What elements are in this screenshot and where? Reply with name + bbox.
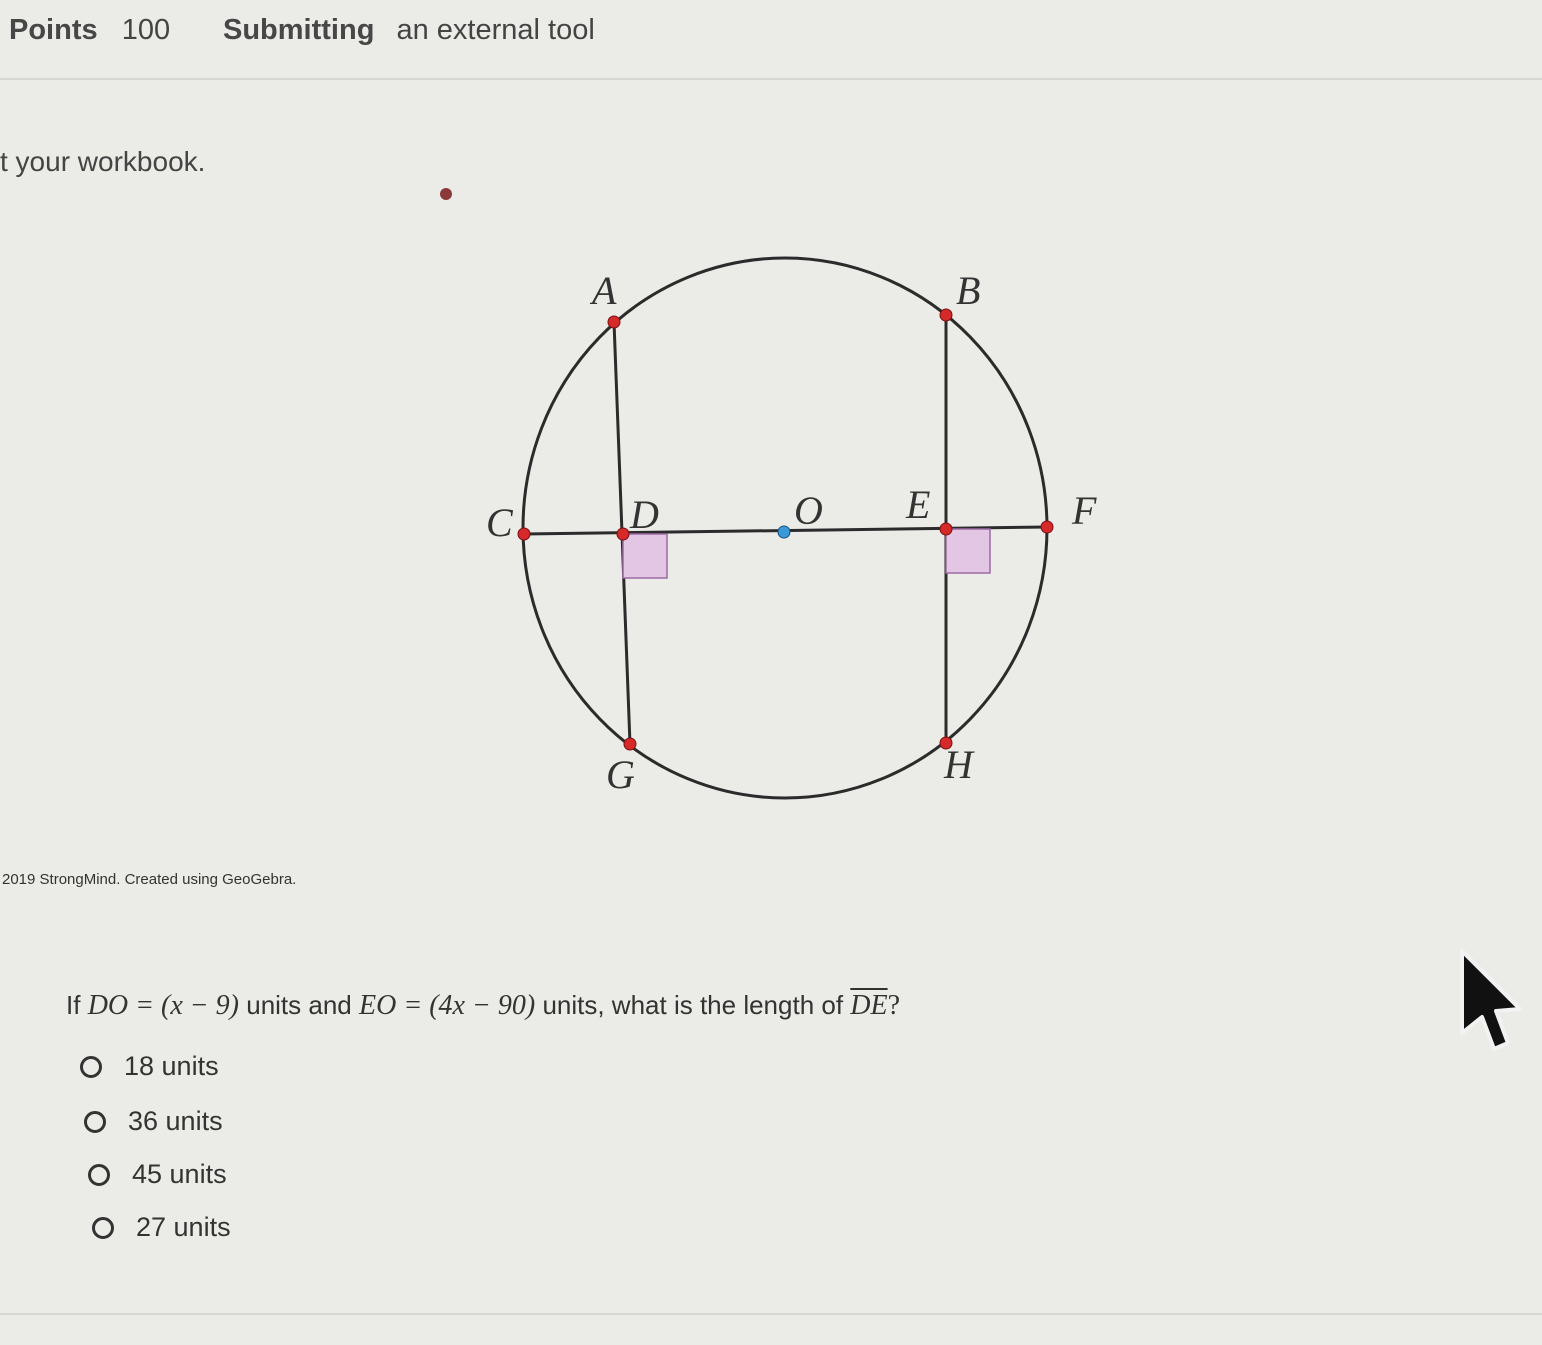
geometry-figure: A B C D O E F G H bbox=[440, 188, 1097, 800]
radio-button[interactable] bbox=[84, 1110, 106, 1133]
label-o: O bbox=[794, 488, 823, 533]
answer-choice-2[interactable]: 36 units bbox=[84, 1106, 223, 1137]
question-expr-do: DO = (x − 9) bbox=[87, 990, 239, 1021]
point-d bbox=[616, 527, 630, 541]
answer-choice-4[interactable]: 27 units bbox=[92, 1212, 231, 1243]
answer-choice-3[interactable]: 45 units bbox=[88, 1159, 227, 1190]
label-f: F bbox=[1071, 488, 1097, 533]
answer-choice-1[interactable]: 18 units bbox=[80, 1051, 219, 1082]
point-o bbox=[777, 525, 791, 539]
answer-choice-label: 27 units bbox=[136, 1212, 231, 1242]
question-prefix: If bbox=[66, 990, 81, 1020]
question-suffix: ? bbox=[887, 990, 901, 1021]
label-g: G bbox=[606, 752, 635, 797]
point-g bbox=[623, 737, 637, 751]
answer-choice-label: 45 units bbox=[132, 1159, 227, 1189]
bottom-divider bbox=[0, 1313, 1542, 1315]
point-b bbox=[939, 308, 953, 322]
point-a bbox=[607, 315, 621, 329]
answer-choice-label: 36 units bbox=[128, 1106, 223, 1136]
point-c bbox=[517, 527, 531, 541]
right-angle-marker-d bbox=[622, 533, 668, 579]
figure-credit: 2019 StrongMind. Created using GeoGebra. bbox=[2, 871, 297, 888]
label-d: D bbox=[629, 492, 659, 537]
radio-button[interactable] bbox=[88, 1163, 110, 1186]
right-angle-marker-e bbox=[945, 528, 991, 574]
question-segment-de: DE bbox=[850, 990, 888, 1021]
question-mid1: units and bbox=[246, 990, 352, 1020]
question-expr-eo: EO = (4x − 90) bbox=[359, 990, 536, 1021]
stray-dot bbox=[440, 188, 452, 200]
answer-choice-label: 18 units bbox=[124, 1051, 219, 1081]
label-a: A bbox=[589, 268, 617, 313]
question-mid2: units, what is the length of bbox=[542, 990, 844, 1020]
label-c: C bbox=[486, 500, 514, 545]
radio-button[interactable] bbox=[92, 1216, 114, 1239]
arrow-cursor-icon bbox=[1460, 949, 1522, 1051]
radio-button[interactable] bbox=[80, 1055, 102, 1078]
question-text: If DO = (x − 9) units and EO = (4x − 90)… bbox=[66, 990, 900, 1022]
point-f bbox=[1040, 520, 1054, 534]
point-e bbox=[939, 522, 953, 536]
label-e: E bbox=[905, 482, 930, 527]
label-h: H bbox=[943, 742, 975, 787]
label-b: B bbox=[956, 268, 980, 313]
